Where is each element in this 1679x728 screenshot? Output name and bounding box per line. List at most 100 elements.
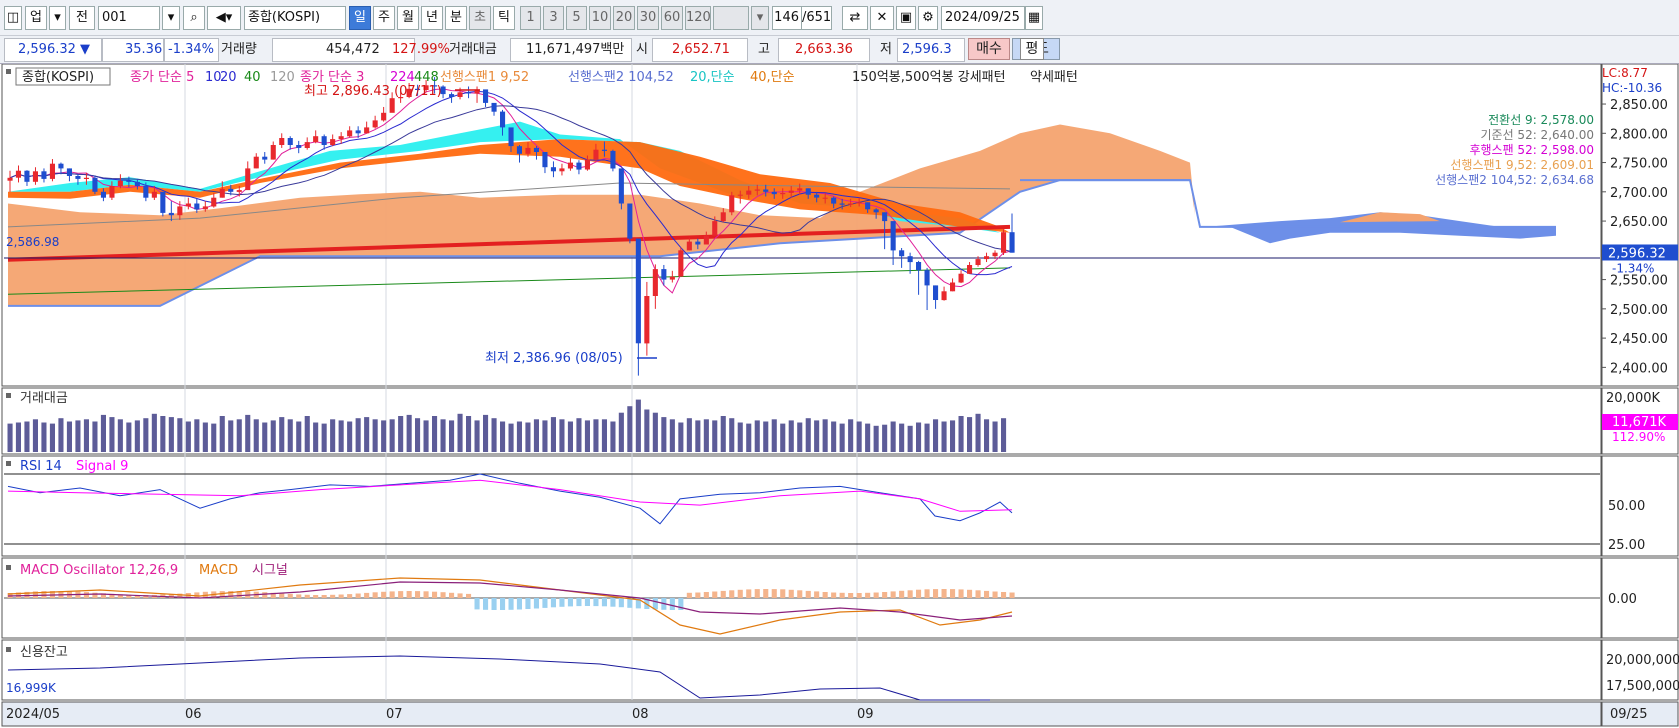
volume-bar: [24, 421, 30, 452]
candle-body: [347, 130, 353, 137]
candle-body: [58, 163, 64, 169]
candle-body: [202, 206, 208, 210]
candle-body: [75, 176, 81, 179]
average-button[interactable]: 평: [1020, 38, 1044, 60]
calendar-icon[interactable]: ▦: [1025, 6, 1043, 30]
candle-body: [134, 181, 140, 186]
search-icon[interactable]: ⌕: [183, 6, 205, 30]
volume-bar: [398, 416, 404, 452]
volume-bar: [567, 421, 573, 452]
volume-bar: [882, 424, 888, 452]
interval-dropdown-icon[interactable]: ▾: [751, 6, 769, 30]
candle-body: [737, 194, 743, 196]
candle-body: [746, 190, 752, 195]
volume-bar: [720, 416, 726, 452]
stock-chart[interactable]: 종합(KOSPI) 종가 단순 5 1020 40 120 종가 단순 3 224 448 선행…: [0, 64, 1679, 728]
interval-1[interactable]: 1: [520, 6, 541, 30]
main-toolbar: ◫ 업 ▾ 전 001 ▾ ⌕ ◀▾ 종합(KOSPI) 일 주 월 년 분 초…: [0, 0, 1679, 36]
macd-histogram-bar: [916, 589, 922, 598]
volume-bar: [907, 425, 913, 452]
interval-60[interactable]: 60: [661, 6, 683, 30]
macd-histogram-bar: [899, 590, 905, 598]
legend-item: 선행스팬2 104,52: [568, 69, 674, 85]
volume-bar: [559, 419, 565, 452]
candle-body: [635, 238, 641, 344]
macd-histogram-bar: [516, 598, 522, 610]
buy-button[interactable]: 매수: [968, 38, 1010, 60]
period-minute[interactable]: 분: [445, 6, 467, 30]
candle-body: [516, 146, 522, 154]
market-select[interactable]: 업: [25, 6, 47, 30]
volume-label: 거래량: [221, 42, 257, 57]
volume-bar: [805, 418, 811, 452]
count-input[interactable]: 146: [772, 6, 802, 30]
period-tick[interactable]: 틱: [493, 6, 515, 30]
sound-icon[interactable]: ◀▾: [207, 6, 241, 30]
candle-body: [848, 203, 854, 205]
interval-30[interactable]: 30: [637, 6, 659, 30]
volume-bar: [7, 423, 13, 452]
layout-icon[interactable]: ◫: [4, 6, 22, 30]
period-month[interactable]: 월: [397, 6, 419, 30]
macd-histogram-bar: [355, 593, 361, 598]
volume-bar: [950, 420, 956, 452]
credit-tick-label: 17,500,000: [1606, 679, 1679, 694]
candle-body: [466, 92, 472, 94]
period-second[interactable]: 초: [469, 6, 491, 30]
macd-histogram-bar: [933, 589, 939, 598]
market-dropdown-icon[interactable]: ▾: [49, 6, 66, 30]
macd-tick-label: 0.00: [1608, 592, 1637, 607]
macd-histogram-bar: [805, 590, 811, 598]
candle-body: [542, 152, 548, 168]
candle-body: [593, 149, 599, 160]
candle-body: [899, 250, 905, 257]
candle-body: [627, 203, 633, 239]
credit-tick-label: 20,000,000: [1606, 653, 1679, 668]
candle-body: [576, 162, 582, 170]
macd-histogram-bar: [542, 598, 548, 608]
candle-body: [686, 241, 692, 251]
interval-3[interactable]: 3: [543, 6, 564, 30]
period-year[interactable]: 년: [421, 6, 443, 30]
interval-20[interactable]: 20: [613, 6, 635, 30]
save-icon[interactable]: ▣: [896, 6, 916, 30]
draw-line-icon[interactable]: ✕: [870, 6, 894, 30]
date-input[interactable]: 2024/09/25: [941, 6, 1025, 30]
volume-bar: [737, 422, 743, 452]
volume-bar: [550, 417, 556, 452]
candle-body: [856, 202, 862, 204]
candle-body: [143, 186, 149, 198]
volume-bar: [330, 419, 336, 452]
candle-body: [559, 168, 565, 172]
interval-10[interactable]: 10: [589, 6, 611, 30]
candle-body: [882, 212, 888, 222]
period-week[interactable]: 주: [373, 6, 395, 30]
volume-bar: [593, 419, 599, 452]
volume-bar: [601, 419, 607, 452]
code-dropdown-icon[interactable]: ▾: [162, 6, 180, 30]
period-day[interactable]: 일: [349, 6, 371, 30]
volume-bar: [576, 418, 582, 452]
candle-body: [457, 92, 463, 97]
compare-icon[interactable]: ⇄: [842, 6, 868, 30]
candle-body: [66, 168, 72, 176]
candle-body: [381, 112, 387, 121]
volume-bar: [117, 419, 123, 452]
code-input[interactable]: 001: [98, 6, 160, 30]
interval-120[interactable]: 120: [685, 6, 711, 30]
interval-custom-input[interactable]: [713, 6, 749, 30]
y-tick-label: 2,800.00: [1610, 127, 1668, 142]
macd-histogram-bar: [831, 592, 837, 598]
candle-body: [839, 203, 845, 205]
candle-body: [831, 197, 837, 204]
interval-5[interactable]: 5: [566, 6, 587, 30]
candle-body: [984, 256, 990, 260]
macd-histogram-bar: [406, 591, 412, 598]
x-tick-label: 07: [386, 707, 403, 722]
volume-bar: [941, 421, 947, 452]
count-total: /651: [802, 6, 832, 30]
legend-item: 선행스팬1 9,52: [440, 69, 529, 85]
prev-button[interactable]: 전: [69, 6, 95, 30]
volume-bar: [1001, 418, 1007, 452]
gear-icon[interactable]: ⚙: [918, 6, 938, 30]
